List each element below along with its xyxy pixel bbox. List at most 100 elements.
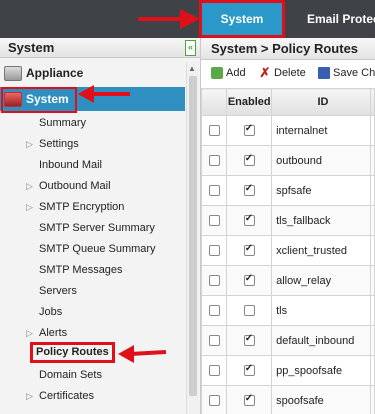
sidebar-subitem-label: Certificates [39, 390, 95, 402]
sidebar-subitem-label: SMTP Server Summary [39, 222, 155, 234]
route-id-cell: xclient_trusted [271, 235, 371, 266]
row-select-checkbox[interactable] [208, 215, 220, 227]
enabled-cell [226, 235, 273, 266]
route-id-cell: spfsafe [271, 175, 371, 206]
save-changes-button[interactable]: Save Ch [318, 62, 375, 84]
toolbar: Add ✗ Delete Save Ch [201, 62, 375, 84]
table-body: internalnetoutboundspfsafetls_fallbackxc… [201, 115, 375, 414]
row-select-checkbox[interactable] [208, 365, 220, 377]
table-row[interactable]: default_inbound [201, 325, 375, 356]
row-select-checkbox[interactable] [208, 305, 220, 317]
sidebar-subitem-label: Servers [39, 285, 77, 297]
table-row[interactable]: allow_relay [201, 265, 375, 296]
enabled-checkbox[interactable] [243, 243, 255, 257]
table-row[interactable]: pp_spoofsafe [201, 355, 375, 386]
sidebar-subitem[interactable]: ▷ Certificates [0, 386, 185, 407]
enabled-checkbox[interactable] [243, 363, 255, 377]
sidebar-subitem[interactable]: SMTP Messages [0, 260, 185, 281]
enabled-checkbox[interactable] [243, 305, 255, 317]
row-select-cell [201, 175, 228, 206]
row-select-checkbox[interactable] [208, 155, 220, 167]
appliance-icon [4, 66, 22, 81]
row-select-cell [201, 265, 228, 296]
enabled-checkbox[interactable] [243, 183, 255, 197]
double-chevron-left-icon[interactable]: « [185, 40, 196, 56]
row-select-checkbox[interactable] [208, 335, 220, 347]
overflow-cell [369, 235, 375, 266]
route-id-cell: default_inbound [271, 325, 371, 356]
enabled-cell [226, 295, 273, 326]
sidebar-subitem[interactable]: SMTP Queue Summary [0, 239, 185, 260]
tab-system[interactable]: System [199, 0, 285, 38]
enabled-checkbox[interactable] [243, 393, 255, 407]
sidebar-subitem-label: SMTP Messages [39, 264, 123, 276]
table-row[interactable]: internalnet [201, 115, 375, 146]
table-row[interactable]: tls_fallback [201, 205, 375, 236]
row-select-cell [201, 295, 228, 326]
overflow-cell [369, 385, 375, 414]
overflow-cell [369, 295, 375, 326]
sidebar-subitem[interactable]: Jobs [0, 302, 185, 323]
row-select-cell [201, 325, 228, 356]
enabled-checkbox[interactable] [243, 333, 255, 347]
row-select-checkbox[interactable] [208, 185, 220, 197]
scroll-up-icon[interactable]: ▲ [188, 64, 196, 73]
sidebar-subitem-label: Summary [39, 117, 87, 129]
tab-email-protection[interactable]: Email Protec [307, 0, 375, 38]
enabled-checkbox[interactable] [243, 123, 255, 137]
sidebar-subitem[interactable]: Servers [0, 281, 185, 302]
add-button[interactable]: Add [211, 62, 246, 84]
sidebar-title: System « [0, 38, 200, 58]
enabled-cell [226, 205, 273, 236]
table-row[interactable]: spfsafe [201, 175, 375, 206]
sidebar-subitem-label: Inbound Mail [39, 159, 102, 171]
sidebar-subitem[interactable]: ▷ SMTP Encryption [0, 197, 185, 218]
sidebar-item-label: System [26, 92, 69, 106]
row-select-cell [201, 385, 228, 414]
row-select-cell [201, 115, 228, 146]
select-column-header [201, 88, 228, 116]
column-header-id[interactable]: ID [271, 88, 371, 116]
expand-arrow-icon[interactable]: ▷ [26, 134, 33, 155]
sidebar-subitem[interactable]: ▷ Alerts [0, 323, 185, 344]
expand-arrow-icon[interactable]: ▷ [26, 323, 33, 344]
route-id-cell: outbound [271, 145, 371, 176]
route-id-cell: spoofsafe [271, 385, 371, 414]
sidebar-subitem-label: SMTP Encryption [39, 201, 125, 213]
delete-x-icon: ✗ [259, 65, 271, 81]
sidebar-subitem[interactable]: Domain Sets [0, 365, 185, 386]
sidebar-subitem[interactable]: SMTP Server Summary [0, 218, 185, 239]
table-row[interactable]: outbound [201, 145, 375, 176]
sidebar-subitem[interactable]: Summary [0, 113, 185, 134]
delete-button[interactable]: ✗ Delete [259, 62, 306, 84]
table-row[interactable]: spoofsafe [201, 385, 375, 414]
enabled-checkbox[interactable] [243, 213, 255, 227]
policy-routes-table: Enabled ID internalnetoutboundspfsafetls… [201, 88, 375, 414]
sidebar-item-label: Appliance [26, 66, 84, 80]
table-row[interactable]: tls [201, 295, 375, 326]
expand-arrow-icon[interactable]: ▷ [26, 197, 33, 218]
row-select-checkbox[interactable] [208, 245, 220, 257]
expand-arrow-icon[interactable]: ▷ [26, 386, 33, 407]
overflow-cell [369, 115, 375, 146]
row-select-checkbox[interactable] [208, 395, 220, 407]
scrollbar-thumb[interactable] [189, 76, 197, 396]
delete-label: Delete [274, 67, 306, 79]
column-header-enabled[interactable]: Enabled [226, 88, 273, 116]
sidebar-subitem-label: Jobs [39, 306, 63, 318]
overflow-cell [369, 325, 375, 356]
enabled-checkbox[interactable] [243, 273, 255, 287]
table-row[interactable]: xclient_trusted [201, 235, 375, 266]
sidebar-item-appliance[interactable]: Appliance [0, 62, 185, 84]
sidebar-subitem[interactable]: Inbound Mail [0, 155, 185, 176]
enabled-checkbox[interactable] [243, 153, 255, 167]
sidebar-subitem[interactable]: ▷ Outbound Mail [0, 176, 185, 197]
expand-arrow-icon[interactable]: ▷ [26, 176, 33, 197]
row-select-checkbox[interactable] [208, 275, 220, 287]
enabled-cell [226, 385, 273, 414]
add-label: Add [226, 67, 246, 79]
row-select-checkbox[interactable] [208, 125, 220, 137]
sidebar-subitem[interactable]: ▷ Settings [0, 134, 185, 155]
enabled-cell [226, 325, 273, 356]
sidebar-scrollbar[interactable]: ▲ [186, 62, 199, 414]
